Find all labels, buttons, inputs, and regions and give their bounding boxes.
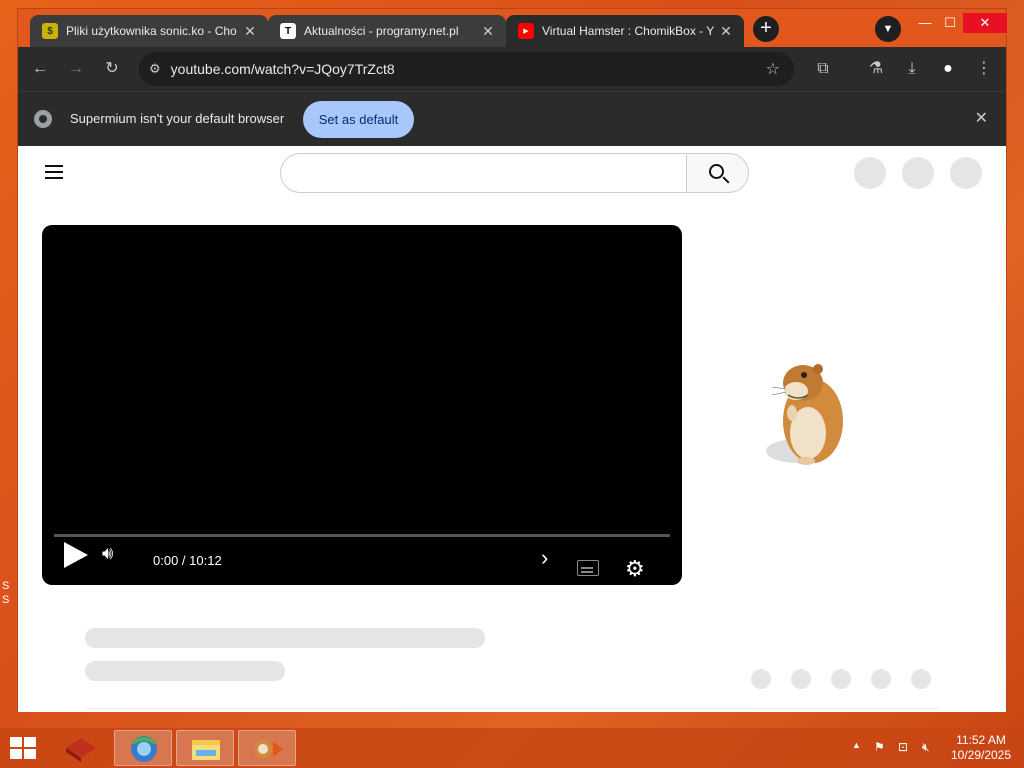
- action-placeholder: [911, 669, 931, 689]
- bookmark-star-icon[interactable]: ☆: [766, 59, 780, 79]
- maximize-button[interactable]: ☐: [936, 13, 964, 33]
- close-icon[interactable]: ✕: [242, 23, 258, 40]
- action-placeholder: [751, 669, 771, 689]
- programy-favicon-icon: T: [280, 23, 296, 39]
- tray-expand-icon[interactable]: ▲: [852, 740, 861, 750]
- virtual-hamster-image[interactable]: [758, 351, 858, 471]
- desktop-icon-label: S: [2, 580, 10, 592]
- extensions-icon[interactable]: ⧉: [811, 57, 835, 81]
- tab-search-button[interactable]: ▼: [875, 16, 901, 42]
- close-icon[interactable]: ✕: [975, 108, 988, 128]
- chomikuj-favicon-icon: $: [42, 23, 58, 39]
- header-icon-placeholder: [902, 157, 934, 189]
- browser-window: $ Pliki użytkownika sonic.ko - Cho ✕ T A…: [17, 8, 1007, 712]
- desktop-icon-label: S: [2, 594, 10, 606]
- hamburger-menu-icon[interactable]: [45, 165, 63, 179]
- progress-bar[interactable]: [54, 534, 670, 537]
- youtube-favicon-icon: ▶: [518, 23, 534, 39]
- system-clock[interactable]: 11:52 AM 10/29/2025: [948, 733, 1014, 763]
- search-button[interactable]: [686, 153, 749, 193]
- taskbar-app-icon[interactable]: [52, 730, 110, 766]
- action-placeholder: [831, 669, 851, 689]
- menu-kebab-icon[interactable]: ⋮: [972, 57, 996, 81]
- forward-button[interactable]: →: [64, 57, 88, 81]
- header-icon-placeholder: [854, 157, 886, 189]
- reload-button[interactable]: ↻: [100, 57, 124, 81]
- taskbar: ▲ ⚑ ⊡ 🔇︎ 11:52 AM 10/29/2025: [0, 728, 1024, 768]
- title-placeholder: [85, 628, 485, 648]
- taskbar-hamster-icon[interactable]: [238, 730, 296, 766]
- minimize-button[interactable]: —: [911, 13, 939, 33]
- avatar: [950, 157, 982, 189]
- back-button[interactable]: ←: [28, 57, 52, 81]
- start-button[interactable]: [10, 737, 36, 759]
- channel-placeholder: [85, 661, 285, 681]
- labs-flask-icon[interactable]: ⚗: [864, 57, 888, 81]
- network-icon[interactable]: ⊡: [898, 740, 908, 754]
- action-placeholder: [871, 669, 891, 689]
- action-center-flag-icon[interactable]: ⚑: [874, 740, 885, 754]
- action-placeholder: [791, 669, 811, 689]
- play-icon[interactable]: [64, 542, 88, 568]
- volume-muted-icon[interactable]: 🔇︎: [922, 740, 930, 755]
- volume-icon[interactable]: 🔊︎: [102, 543, 113, 564]
- profile-icon[interactable]: ●: [936, 57, 960, 81]
- browser-logo-icon: [34, 110, 52, 128]
- tab-programy[interactable]: T Aktualności - programy.net.pl ✕: [268, 15, 506, 47]
- default-browser-infobar: Supermium isn't your default browser Set…: [18, 91, 1006, 146]
- taskbar-explorer-icon[interactable]: [176, 730, 234, 766]
- tab-title: Pliki użytkownika sonic.ko - Cho: [66, 24, 237, 38]
- video-player[interactable]: 🔊︎ 0:00 / 10:12 › ⚙: [42, 225, 682, 585]
- new-tab-button[interactable]: +: [753, 16, 779, 42]
- tab-title: Virtual Hamster : ChomikBox - Y: [542, 24, 715, 38]
- downloads-icon[interactable]: ⤓: [900, 57, 924, 81]
- tab-chomikuj[interactable]: $ Pliki użytkownika sonic.ko - Cho ✕: [30, 15, 268, 47]
- browser-toolbar: ← → ↻ ⚙ youtube.com/watch?v=JQoy7TrZct8 …: [18, 47, 1006, 91]
- taskbar-browser-icon[interactable]: [114, 730, 172, 766]
- next-video-icon[interactable]: ›: [541, 545, 548, 571]
- clock-date: 10/29/2025: [950, 748, 1012, 762]
- site-info-icon[interactable]: ⚙: [149, 61, 161, 77]
- close-icon[interactable]: ✕: [718, 23, 734, 40]
- subtitles-icon[interactable]: [577, 560, 599, 576]
- divider: [85, 708, 940, 709]
- clock-time: 11:52 AM: [956, 733, 1006, 747]
- tab-virtual-hamster[interactable]: ▶ Virtual Hamster : ChomikBox - Y ✕: [506, 15, 744, 47]
- settings-gear-icon[interactable]: ⚙: [625, 556, 645, 582]
- tab-strip: $ Pliki użytkownika sonic.ko - Cho ✕ T A…: [18, 9, 1007, 47]
- tab-title: Aktualności - programy.net.pl: [304, 24, 459, 38]
- url-text: youtube.com/watch?v=JQoy7TrZct8: [170, 61, 395, 77]
- close-icon[interactable]: ✕: [480, 23, 496, 40]
- close-window-button[interactable]: ✕: [963, 13, 1007, 33]
- set-as-default-button[interactable]: Set as default: [303, 101, 414, 138]
- infobar-message: Supermium isn't your default browser: [70, 111, 285, 126]
- youtube-page: 🔊︎ 0:00 / 10:12 › ⚙: [18, 146, 1006, 712]
- address-bar[interactable]: ⚙ youtube.com/watch?v=JQoy7TrZct8 ☆: [139, 52, 794, 86]
- time-display: 0:00 / 10:12: [153, 553, 222, 568]
- search-input[interactable]: [280, 153, 687, 193]
